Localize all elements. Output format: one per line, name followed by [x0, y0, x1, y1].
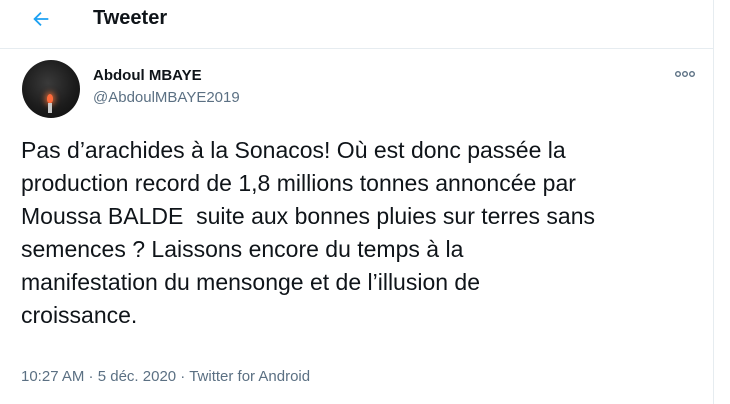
- more-dots-icon: [675, 71, 695, 77]
- tweet-text: Pas d’arachides à la Sonacos! Où est don…: [21, 137, 596, 328]
- meta-separator: ·: [84, 368, 98, 385]
- back-arrow-icon: [33, 11, 49, 27]
- back-button[interactable]: [22, 4, 60, 34]
- tweet-time[interactable]: 10:27 AM: [21, 368, 84, 385]
- avatar[interactable]: [22, 60, 80, 118]
- page-title: Tweeter: [93, 7, 168, 29]
- avatar-flame: [47, 94, 53, 103]
- author-handle[interactable]: @AbdoulMBAYE2019: [93, 88, 240, 108]
- more-options-button[interactable]: [672, 64, 698, 84]
- avatar-candle: [48, 103, 52, 113]
- tweet-date[interactable]: 5 déc. 2020: [98, 368, 176, 385]
- author-name[interactable]: Abdoul MBAYE: [93, 66, 202, 86]
- meta-separator: ·: [176, 368, 190, 385]
- tweet-source[interactable]: Twitter for Android: [189, 368, 310, 385]
- tweet-meta: 10:27 AM · 5 déc. 2020 · Twitter for And…: [21, 367, 310, 387]
- page-header: Tweeter: [0, 0, 714, 49]
- tweet-page: Tweeter Abdoul MBAYE @AbdoulMBAYE2019 Pa…: [0, 0, 714, 404]
